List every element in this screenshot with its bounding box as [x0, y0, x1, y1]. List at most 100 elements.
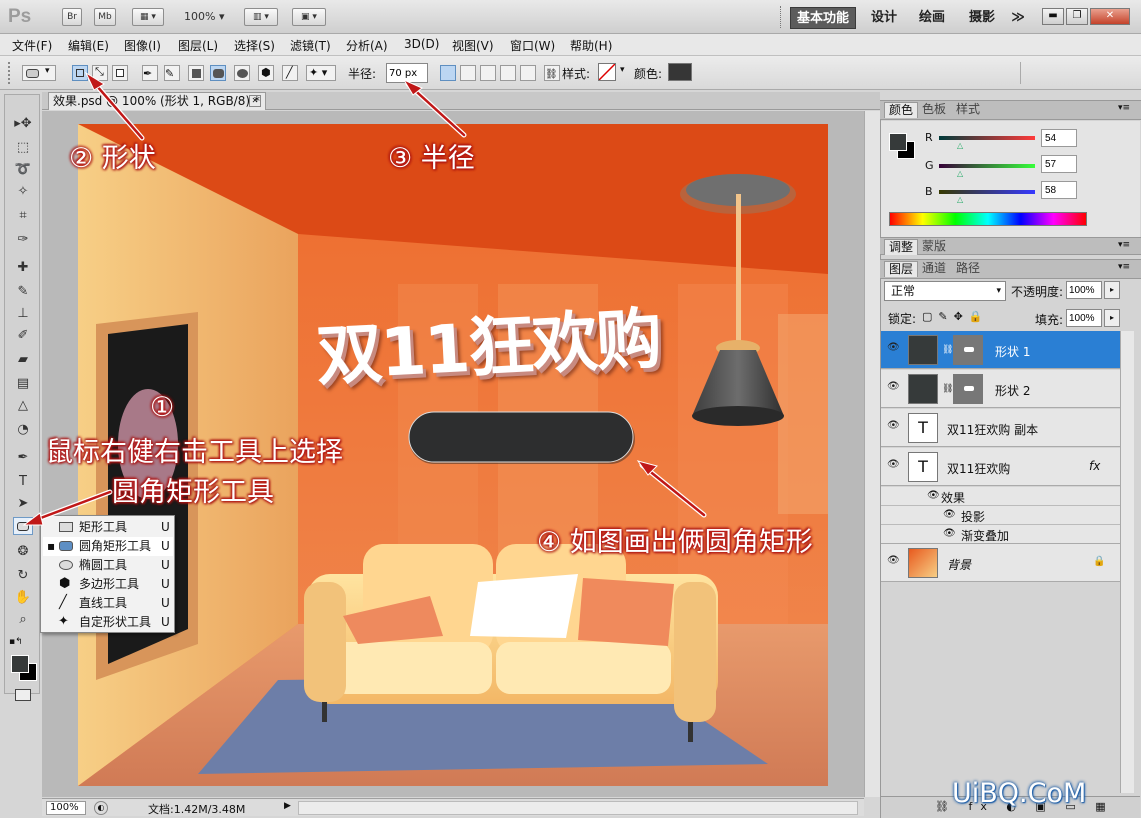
move-tool[interactable]: ▸✥ [13, 115, 33, 133]
visibility-eye-icon[interactable]: 👁 [887, 343, 901, 353]
rounded-rect-shape-button[interactable] [210, 65, 226, 81]
menu-3d[interactable]: 3D(D) [404, 37, 439, 51]
options-grip[interactable] [8, 62, 16, 84]
visibility-eye-icon[interactable]: 👁 [927, 490, 940, 501]
visibility-eye-icon[interactable]: 👁 [943, 528, 956, 539]
path-selection-tool[interactable]: ➤ [13, 495, 33, 513]
crop-tool[interactable]: ⌗ [13, 207, 33, 225]
marquee-tool[interactable]: ⬚ [13, 139, 33, 157]
subtract-shape-button[interactable] [480, 65, 496, 81]
zoom-level-dropdown[interactable]: 100% ▾ [184, 10, 224, 23]
blue-value-input[interactable] [1041, 181, 1077, 199]
document-tab[interactable]: 效果.psd @ 100% (形状 1, RGB/8) * ✕ [48, 92, 266, 110]
new-shape-layer-button[interactable] [440, 65, 456, 81]
minimize-button[interactable]: ▬ [1042, 8, 1064, 25]
menu-filter[interactable]: 滤镜(T) [290, 37, 331, 54]
close-window-button[interactable]: ✕ [1090, 8, 1130, 25]
flyout-item-ellipse[interactable]: 椭圆工具 U [43, 556, 173, 575]
tab-channels[interactable]: 通道 [918, 261, 950, 277]
gradient-tool[interactable]: ▤ [13, 375, 33, 393]
effect-row[interactable]: 👁 投影 [881, 506, 1120, 525]
horizontal-scrollbar[interactable] [298, 801, 858, 815]
link-style-button[interactable]: ⛓ [544, 65, 560, 81]
clone-stamp-tool[interactable]: ⊥ [13, 305, 33, 323]
menu-image[interactable]: 图像(I) [124, 37, 161, 54]
layer-row[interactable]: 👁 T 双11狂欢购 副本 [881, 409, 1120, 447]
red-slider-thumb[interactable]: △ [957, 141, 963, 150]
blur-tool[interactable]: △ [13, 397, 33, 415]
bridge-button[interactable]: Br [62, 8, 82, 26]
history-brush-tool[interactable]: ✐ [13, 327, 33, 345]
effects-row[interactable]: 👁 效果 [881, 487, 1120, 506]
layers-scrollbar[interactable] [1120, 331, 1134, 793]
red-slider[interactable] [939, 136, 1035, 140]
shape-color-swatch[interactable] [668, 63, 692, 81]
fill-slider-button[interactable]: ▸ [1104, 309, 1120, 327]
menu-select[interactable]: 选择(S) [234, 37, 275, 54]
fill-input[interactable] [1066, 309, 1102, 327]
rounded-rect-tool[interactable] [13, 517, 33, 535]
hand-tool[interactable]: ✋ [13, 589, 33, 607]
tab-adjustments[interactable]: 调整 [884, 239, 919, 255]
lock-buttons[interactable]: ▢✎✥🔒 [922, 310, 989, 323]
flyout-item-line[interactable]: ╱ 直线工具 U [43, 594, 173, 613]
foreground-color-swatch[interactable] [889, 133, 907, 151]
layer-row[interactable]: 👁 ⛓ 形状 2 [881, 370, 1120, 408]
layer-row[interactable]: 👁 T 双11狂欢购 fx [881, 448, 1120, 486]
menu-edit[interactable]: 编辑(E) [68, 37, 109, 54]
menu-analysis[interactable]: 分析(A) [346, 37, 388, 54]
panel-menu-icon[interactable]: ▾≡ [1118, 240, 1130, 250]
color-spectrum-bar[interactable] [889, 212, 1087, 226]
eraser-tool[interactable]: ▰ [13, 351, 33, 369]
status-info-icon[interactable]: ◐ [94, 801, 108, 815]
flyout-item-polygon[interactable]: ⬢ 多边形工具 U [43, 575, 173, 594]
green-value-input[interactable] [1041, 155, 1077, 173]
red-value-input[interactable] [1041, 129, 1077, 147]
3d-rotate-tool[interactable]: ❂ [13, 543, 33, 561]
add-to-shape-button[interactable] [460, 65, 476, 81]
flyout-item-rounded-rectangle[interactable]: ▪ 圆角矩形工具 U [43, 537, 173, 556]
screen-mode-button[interactable]: ▣ ▾ [292, 8, 326, 26]
blue-slider[interactable] [939, 190, 1035, 194]
tab-styles[interactable]: 样式 [952, 102, 984, 118]
menu-file[interactable]: 文件(F) [12, 37, 52, 54]
pen-tool[interactable]: ✒ [13, 449, 33, 467]
menu-layer[interactable]: 图层(L) [178, 37, 218, 54]
effects-fx-icon[interactable]: fx [1089, 459, 1100, 473]
tab-swatches[interactable]: 色板 [918, 102, 950, 118]
workspace-photography[interactable]: 摄影 [964, 7, 1000, 29]
tab-layers[interactable]: 图层 [884, 261, 919, 277]
lasso-tool[interactable]: ➰ [13, 161, 33, 179]
visibility-eye-icon[interactable]: 👁 [887, 556, 901, 566]
visibility-eye-icon[interactable]: 👁 [887, 460, 901, 470]
freeform-pen-button[interactable]: ✎ [164, 65, 180, 81]
quick-selection-tool[interactable]: ✧ [13, 183, 33, 201]
flyout-item-custom-shape[interactable]: ✦ 自定形状工具 U [43, 613, 173, 632]
layer-row[interactable]: 👁 背景 🔒 [881, 544, 1120, 582]
dodge-tool[interactable]: ◔ [13, 421, 33, 439]
blue-slider-thumb[interactable]: △ [957, 195, 963, 204]
radius-input[interactable] [386, 63, 428, 83]
tool-preset-picker[interactable]: ▾ [22, 65, 56, 81]
ellipse-shape-button[interactable] [234, 65, 250, 81]
blend-mode-select[interactable]: 正常 ▾ [884, 281, 1006, 301]
workspace-painting[interactable]: 绘画 [914, 7, 950, 29]
chevron-down-icon[interactable]: ▾ [620, 65, 625, 75]
workspace-design[interactable]: 设计 [866, 7, 902, 29]
type-tool[interactable]: T [13, 473, 33, 491]
view-extras-button[interactable]: ▦ ▾ [132, 8, 164, 26]
style-picker[interactable] [598, 63, 616, 81]
intersect-shape-button[interactable] [500, 65, 516, 81]
menu-window[interactable]: 窗口(W) [510, 37, 555, 54]
exclude-shape-button[interactable] [520, 65, 536, 81]
vertical-scrollbar[interactable] [864, 111, 880, 797]
status-menu-arrow[interactable]: ▶ [284, 801, 291, 811]
menu-help[interactable]: 帮助(H) [570, 37, 612, 54]
panel-menu-icon[interactable]: ▾≡ [1118, 262, 1130, 272]
arrange-documents-button[interactable]: ▥ ▾ [244, 8, 278, 26]
paths-mode-button[interactable]: ⤡ [92, 65, 108, 81]
visibility-eye-icon[interactable]: 👁 [887, 421, 901, 431]
panel-menu-icon[interactable]: ▾≡ [1118, 103, 1130, 113]
flyout-item-rectangle[interactable]: 矩形工具 U [43, 518, 173, 537]
menu-view[interactable]: 视图(V) [452, 37, 494, 54]
